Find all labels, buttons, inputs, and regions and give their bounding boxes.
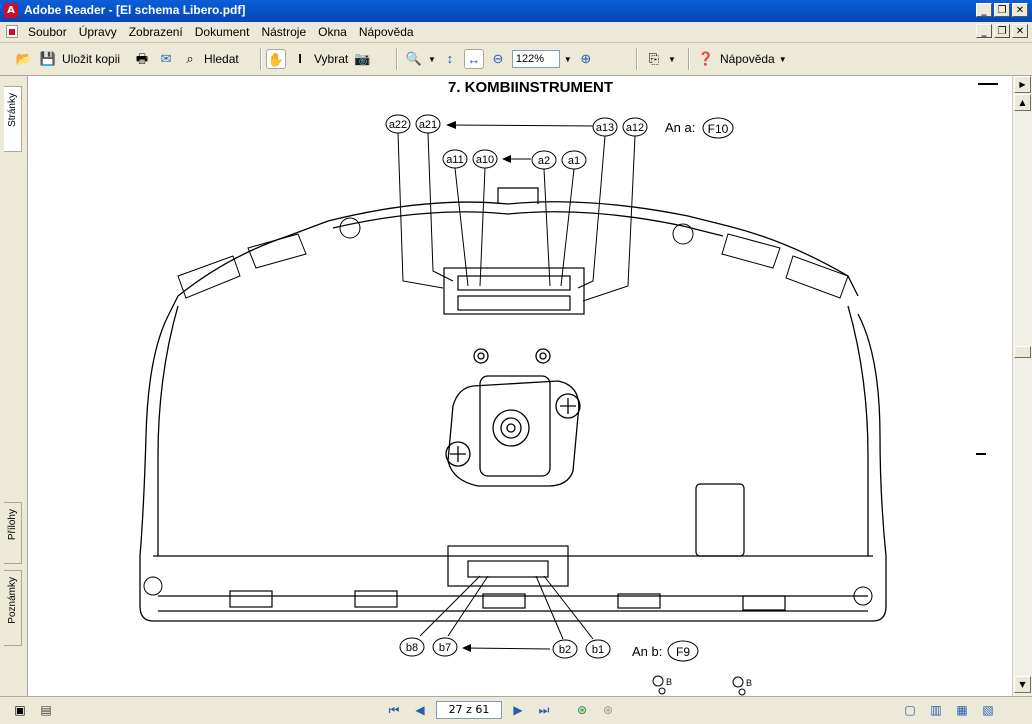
- callout-label: b7: [439, 642, 451, 654]
- tab-comments[interactable]: Poznámky: [4, 570, 22, 646]
- toolbar: 📂 💾 Uložit kopii 🖶 ✉ ⌕ Hledat ✋ I Vybrat…: [0, 43, 1032, 76]
- rotate-view-icon[interactable]: ⎘: [644, 49, 664, 69]
- help-button[interactable]: Nápověda: [720, 52, 775, 66]
- menu-napoveda[interactable]: Nápověda: [359, 25, 414, 39]
- email-icon[interactable]: ✉: [156, 49, 176, 69]
- callout-label: a2: [538, 155, 550, 167]
- thumbnail-panel-icon[interactable]: ▣: [10, 701, 30, 719]
- zoom-input[interactable]: 122%: [511, 50, 560, 68]
- callout-label: b8: [406, 642, 418, 654]
- continuous-icon[interactable]: ▥: [926, 701, 946, 719]
- select-text-icon[interactable]: I: [290, 49, 310, 69]
- doc-minimize-button[interactable]: _: [976, 24, 992, 38]
- document-view[interactable]: 7. KOMBIINSTRUMENT a22 a21 a13 a12 An a:…: [28, 76, 1012, 696]
- help-icon[interactable]: ❓: [696, 49, 716, 69]
- connector-b-label: An b:: [632, 644, 662, 659]
- facing-icon[interactable]: ▦: [952, 701, 972, 719]
- snapshot-camera-icon[interactable]: 📷: [352, 49, 372, 69]
- navigation-panel-tabs: Stránky Přílohy Poznámky: [0, 76, 28, 696]
- schematic-page: 7. KOMBIINSTRUMENT a22 a21 a13 a12 An a:…: [139, 79, 998, 696]
- help-dropdown-icon[interactable]: ▼: [779, 55, 787, 64]
- menu-zobrazeni[interactable]: Zobrazení: [129, 25, 183, 39]
- doc-close-button[interactable]: ✕: [1012, 24, 1028, 38]
- menu-soubor[interactable]: Soubor: [28, 25, 67, 39]
- open-folder-icon[interactable]: 📂: [14, 49, 34, 69]
- callout-label: a13: [596, 122, 614, 134]
- select-button[interactable]: Vybrat: [314, 52, 348, 66]
- save-copy-button[interactable]: Uložit kopii: [62, 52, 120, 66]
- callout-label: b2: [559, 644, 571, 656]
- callout-label: b1: [592, 644, 604, 656]
- svg-text:B: B: [666, 677, 672, 687]
- doc-restore-button[interactable]: ❐: [994, 24, 1010, 38]
- hand-tool-icon[interactable]: ✋: [266, 49, 286, 69]
- tab-pages[interactable]: Stránky: [4, 86, 22, 152]
- page-heading: 7. KOMBIINSTRUMENT: [448, 79, 613, 96]
- scroll-up-arrow-icon[interactable]: ▲: [1014, 94, 1031, 111]
- callout-label: a12: [626, 122, 644, 134]
- title-bar: A Adobe Reader - [El schema Libero.pdf] …: [0, 0, 1032, 22]
- continuous-facing-icon[interactable]: ▧: [978, 701, 998, 719]
- fit-page-icon[interactable]: ↕: [440, 49, 460, 69]
- connector-b-id: F9: [676, 645, 690, 659]
- page-number-input[interactable]: 27 z 61: [436, 701, 502, 719]
- layers-icon[interactable]: ▤: [36, 701, 56, 719]
- status-bar: ▣ ▤ ⏮ ◀ 27 z 61 ▶ ⏭ ⊛ ⊛ ▢ ▥ ▦ ▧: [0, 696, 1032, 724]
- scroll-right-arrow-icon[interactable]: ▶: [1014, 76, 1031, 93]
- next-view-icon[interactable]: ⊛: [598, 701, 618, 719]
- close-button[interactable]: ✕: [1012, 3, 1028, 17]
- zoom-dropdown-icon[interactable]: ▼: [564, 55, 572, 64]
- scroll-down-arrow-icon[interactable]: ▼: [1014, 676, 1031, 693]
- menu-dokument[interactable]: Dokument: [195, 25, 250, 39]
- print-icon[interactable]: 🖶: [132, 49, 152, 69]
- callout-label: a11: [446, 154, 464, 166]
- rotate-dropdown-icon[interactable]: ▼: [668, 55, 676, 64]
- connector-a-label: An a:: [665, 120, 695, 135]
- callout-label: a21: [419, 119, 437, 131]
- pdf-document-icon[interactable]: [6, 25, 18, 38]
- previous-view-icon[interactable]: ⊛: [572, 701, 592, 719]
- adobe-reader-icon: A: [4, 3, 18, 18]
- next-page-icon[interactable]: ▶: [508, 701, 528, 719]
- tab-attachments[interactable]: Přílohy: [4, 502, 22, 564]
- search-button[interactable]: Hledat: [204, 52, 239, 66]
- callout-label: a1: [568, 155, 580, 167]
- zoom-out-icon[interactable]: ⊖: [488, 49, 508, 69]
- menu-bar: Soubor Úpravy Zobrazení Dokument Nástroj…: [0, 22, 1032, 43]
- zoom-in-icon[interactable]: ⊕: [576, 49, 596, 69]
- callout-label: a22: [389, 119, 407, 131]
- center-mount: [445, 348, 581, 487]
- maximize-button[interactable]: ❐: [994, 3, 1010, 17]
- previous-page-icon[interactable]: ◀: [410, 701, 430, 719]
- top-connector-drawing: [443, 187, 585, 315]
- svg-text:B: B: [746, 678, 752, 688]
- single-page-icon[interactable]: ▢: [900, 701, 920, 719]
- save-icon[interactable]: 💾: [38, 49, 58, 69]
- minimize-button[interactable]: _: [976, 3, 992, 17]
- callout-label: a10: [476, 154, 494, 166]
- first-page-icon[interactable]: ⏮: [384, 701, 404, 719]
- zoom-in-tool-icon[interactable]: 🔍: [404, 49, 424, 69]
- vertical-scrollbar[interactable]: ▶ ▲ ▼: [1012, 76, 1032, 696]
- binoculars-icon[interactable]: ⌕: [180, 49, 200, 69]
- menu-nastroje[interactable]: Nástroje: [261, 25, 306, 39]
- footer-marks: B B: [652, 675, 752, 696]
- connector-a-id: F10: [708, 122, 729, 136]
- window-title: Adobe Reader - [El schema Libero.pdf]: [24, 3, 246, 17]
- menu-upravy[interactable]: Úpravy: [79, 25, 117, 39]
- last-page-icon[interactable]: ⏭: [534, 701, 554, 719]
- menu-okna[interactable]: Okna: [318, 25, 347, 39]
- zoom-tool-dropdown-icon[interactable]: ▼: [428, 55, 436, 64]
- fit-width-icon[interactable]: ↔: [463, 49, 484, 69]
- scroll-thumb[interactable]: [1014, 346, 1031, 358]
